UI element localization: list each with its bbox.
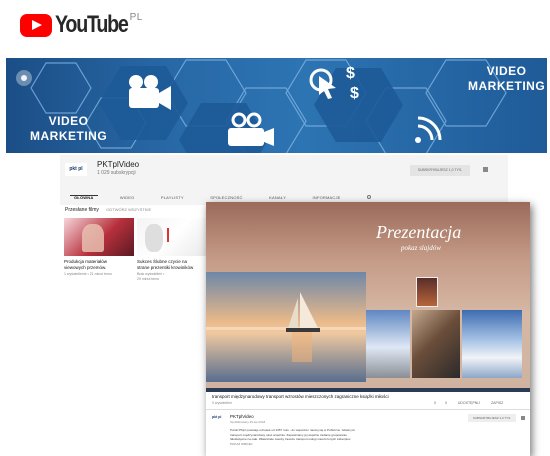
thumbnail-accent [167,228,169,242]
divider [206,409,530,410]
upload-date: Opublikowany 29.sie.2018 [230,420,266,424]
play-logo-icon [20,14,52,37]
bell-icon[interactable] [483,167,488,172]
region-label: PL [129,12,143,23]
tab-channels[interactable]: KANAŁY [269,195,286,200]
view-count: 0 wyświetleń [212,401,232,405]
save-button[interactable]: ZAPISZ [491,401,503,405]
collage-photo-snow [366,310,410,378]
video-description: Portal PKtpl powstaje od kolek od 1957 r… [230,428,470,446]
player-progress-bar[interactable] [206,388,530,392]
svg-text:$: $ [346,65,355,82]
sailboat-photo [206,272,366,382]
play-all-link[interactable]: ODTWÓRZ WSZYSTKIE [106,207,151,212]
video-title-1[interactable]: Produkcja materiałów viewowych przemów. [64,259,107,270]
video-thumbnail-2[interactable] [137,218,207,256]
slide-subtitle: pokaz slajdów [401,244,441,252]
video-player[interactable]: Prezentacja pokaz slajdów [206,202,530,388]
uploader-name[interactable]: PKTplVideo [230,414,254,419]
video-actions: 0 0 UDOSTĘPNIJ ZAPISZ [434,401,503,405]
search-icon[interactable] [367,195,371,199]
banner-text-right: VIDEO MARKETING [468,64,546,93]
channel-banner: $ $ VIDEO MARKETING VIDEO MARKETING [6,58,547,153]
collage-photo-mountains [462,310,522,378]
channel-name: PKTplVideo [97,160,140,169]
uploads-section-title: Przesłane filmy ODTWÓRZ WSZYSTKIE [65,207,151,213]
tab-videos[interactable]: WIDEO [120,195,135,200]
video-thumbnail-1[interactable] [64,218,134,256]
dislike-button[interactable]: 0 [445,401,447,405]
channel-subscribe-button[interactable]: SUBSKRYBUJESZ 1,0 TYS. [410,165,470,176]
collage-photo-tower [416,277,438,307]
bell-icon[interactable] [521,416,525,420]
thumbnail-figure [82,224,104,252]
uploader-avatar[interactable]: pkt pl [212,415,224,423]
channel-header: pkt pl PKTplVideo 1 029 subskrypcji SUBS… [60,155,508,205]
tab-about[interactable]: INFORMACJE [313,195,341,200]
tab-playlists[interactable]: PLAYLISTY [161,195,184,200]
thumbnail-figure [145,224,163,252]
channel-subscribers: 1 029 subskrypcji [97,170,136,176]
slide-title: Prezentacja [376,222,462,242]
youtube-wordmark: YouTube [55,11,129,38]
video-meta-2: Brak wyświetleń • 29 minut temu [137,272,165,281]
banner-text-left: VIDEO MARKETING [30,114,108,143]
section-title: Przesłane filmy [65,207,99,213]
active-tab-underline [70,195,98,196]
svg-text:$: $ [350,85,359,102]
show-more-link[interactable]: POKAŻ WIĘCEJ [230,442,470,447]
channel-avatar[interactable]: pkt pl [65,163,87,176]
tab-community[interactable]: SPOŁECZNOŚĆ [210,195,242,200]
video-title: transport międzynarodowy transport wzros… [212,394,389,399]
video-meta-1: 1 wyświetlenie • 21 minut temu [64,272,112,276]
subscribe-button[interactable]: SUBSKRYBUJESZ 1,0 TYS. [468,414,516,422]
video-title-2[interactable]: Sukces Ślubne czycie na strane prezentik… [137,259,193,270]
video-watch-window: Prezentacja pokaz slajdów transport międ… [206,202,530,456]
youtube-logo[interactable]: YouTube PL [20,8,180,44]
like-button[interactable]: 0 [434,401,436,405]
collage-photo-interior [412,310,460,378]
share-button[interactable]: UDOSTĘPNIJ [458,401,480,405]
